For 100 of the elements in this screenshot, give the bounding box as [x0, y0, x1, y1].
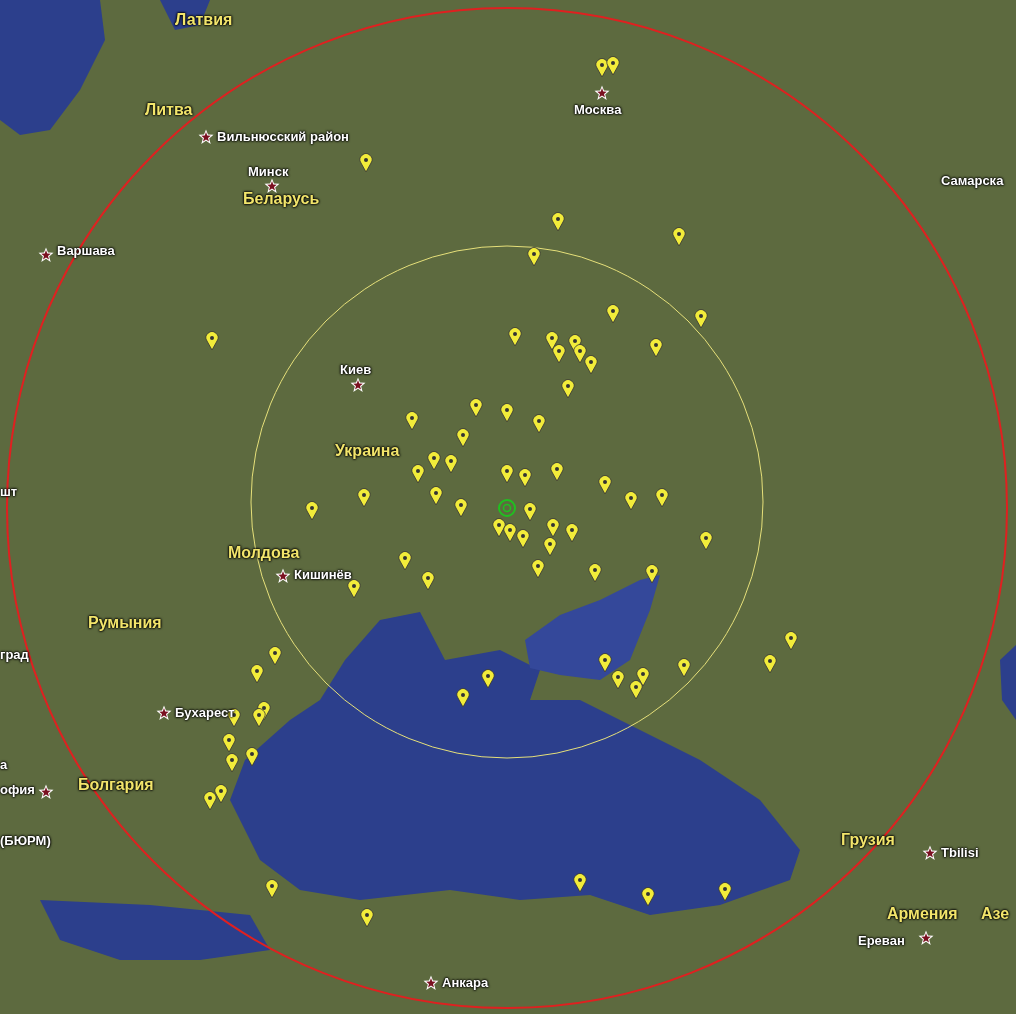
map-pin-icon[interactable]	[518, 468, 532, 488]
map-pin-icon[interactable]	[429, 486, 443, 506]
map-pin-icon[interactable]	[598, 475, 612, 495]
map-pin-icon[interactable]	[265, 879, 279, 899]
map-pin-icon[interactable]	[305, 501, 319, 521]
country-label: Молдова	[228, 544, 300, 562]
capital-star-icon	[594, 85, 610, 101]
capital-star-icon	[918, 930, 934, 946]
map-pin-icon[interactable]	[645, 564, 659, 584]
city-label: Tbilisi	[941, 844, 979, 862]
map-pin-icon[interactable]	[523, 502, 537, 522]
map-pin-icon[interactable]	[531, 559, 545, 579]
map-pin-icon[interactable]	[421, 571, 435, 591]
country-label: Азе	[981, 905, 1010, 923]
map-pin-icon[interactable]	[203, 791, 217, 811]
map-pin-icon[interactable]	[763, 654, 777, 674]
country-label: Румыния	[88, 614, 162, 632]
map-pin-icon[interactable]	[718, 882, 732, 902]
map-pin-icon[interactable]	[624, 491, 638, 511]
map-pin-icon[interactable]	[492, 518, 506, 538]
target-icon	[498, 499, 516, 517]
map-pin-icon[interactable]	[655, 488, 669, 508]
capital-star-icon	[156, 705, 172, 721]
country-label: Беларусь	[243, 190, 320, 208]
map-pin-icon[interactable]	[500, 403, 514, 423]
map-pin-icon[interactable]	[222, 733, 236, 753]
city-label: Москва	[574, 101, 622, 119]
map-pin-icon[interactable]	[552, 344, 566, 364]
map-pin-icon[interactable]	[469, 398, 483, 418]
country-label: Украина	[335, 442, 400, 460]
city-label: офия	[0, 781, 35, 799]
map-pin-icon[interactable]	[672, 227, 686, 247]
city-label: Киев	[340, 361, 372, 379]
map-pin-icon[interactable]	[225, 753, 239, 773]
map-pin-icon[interactable]	[694, 309, 708, 329]
city-label: Ереван	[858, 932, 905, 950]
map-pin-icon[interactable]	[481, 669, 495, 689]
city-label: Кишинёв	[294, 566, 352, 584]
map-pin-icon[interactable]	[649, 338, 663, 358]
capital-star-icon	[38, 247, 54, 263]
map-pin-icon[interactable]	[532, 414, 546, 434]
map-pin-icon[interactable]	[573, 344, 587, 364]
map-pin-icon[interactable]	[405, 411, 419, 431]
city-label: Самарска	[941, 172, 1004, 190]
map-pin-icon[interactable]	[245, 747, 259, 767]
map-pin-icon[interactable]	[456, 428, 470, 448]
map-pin-icon[interactable]	[629, 680, 643, 700]
map-pin-icon[interactable]	[784, 631, 798, 651]
city-label: (БЮРМ)	[0, 832, 51, 850]
map-pin-icon[interactable]	[268, 646, 282, 666]
map-pin-icon[interactable]	[573, 873, 587, 893]
map-pin-icon[interactable]	[411, 464, 425, 484]
city-label: Анкара	[442, 974, 489, 992]
map-pin-icon[interactable]	[359, 153, 373, 173]
capital-star-icon	[350, 377, 366, 393]
country-label: Армения	[887, 905, 958, 923]
map-pin-icon[interactable]	[527, 247, 541, 267]
country-label: Литва	[145, 101, 193, 119]
map-pin-icon[interactable]	[598, 653, 612, 673]
map-pin-icon[interactable]	[427, 451, 441, 471]
map-pin-icon[interactable]	[252, 708, 266, 728]
map-pin-icon[interactable]	[641, 887, 655, 907]
country-label: Латвия	[175, 11, 233, 29]
map-pin-icon[interactable]	[584, 355, 598, 375]
map-pin-icon[interactable]	[611, 670, 625, 690]
map-pin-icon[interactable]	[454, 498, 468, 518]
map-pin-icon[interactable]	[588, 563, 602, 583]
city-label: град	[0, 646, 29, 664]
city-label: Минск	[248, 163, 289, 181]
map-pin-icon[interactable]	[551, 212, 565, 232]
map-pin-icon[interactable]	[360, 908, 374, 928]
map-pin-icon[interactable]	[214, 784, 228, 804]
map-pin-icon[interactable]	[545, 331, 559, 351]
map-pin-icon[interactable]	[205, 331, 219, 351]
map-pin-icon[interactable]	[500, 464, 514, 484]
map-pin-icon[interactable]	[456, 688, 470, 708]
map-pin-icon[interactable]	[595, 58, 609, 78]
capital-star-icon	[922, 845, 938, 861]
map-pin-icon[interactable]	[543, 537, 557, 557]
map-pin-icon[interactable]	[546, 518, 560, 538]
capital-star-icon	[275, 568, 291, 584]
map-pin-icon[interactable]	[636, 667, 650, 687]
map-pin-icon[interactable]	[561, 379, 575, 399]
capital-star-icon	[423, 975, 439, 991]
capital-star-icon	[38, 784, 54, 800]
map-pin-icon[interactable]	[606, 304, 620, 324]
map-pin-icon[interactable]	[503, 523, 517, 543]
map-pin-icon[interactable]	[444, 454, 458, 474]
map-pin-icon[interactable]	[606, 56, 620, 76]
map-pin-icon[interactable]	[550, 462, 564, 482]
map-pin-icon[interactable]	[699, 531, 713, 551]
capital-star-icon	[198, 129, 214, 145]
map-pin-icon[interactable]	[357, 488, 371, 508]
map-pin-icon[interactable]	[677, 658, 691, 678]
map-pin-icon[interactable]	[565, 523, 579, 543]
map-pin-icon[interactable]	[347, 579, 361, 599]
map-pin-icon[interactable]	[398, 551, 412, 571]
map-pin-icon[interactable]	[516, 529, 530, 549]
map-pin-icon[interactable]	[250, 664, 264, 684]
map-pin-icon[interactable]	[508, 327, 522, 347]
